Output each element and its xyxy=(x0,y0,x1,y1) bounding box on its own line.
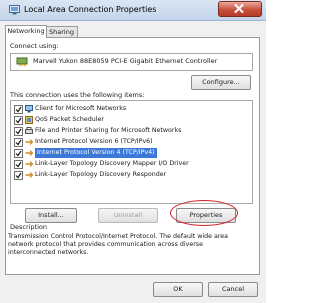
item-checkbox[interactable] xyxy=(14,116,23,125)
close-button[interactable] xyxy=(218,1,262,17)
adapter-name: Marvell Yukon 88E8059 PCI-E Gigabit Ethe… xyxy=(33,57,218,65)
tab-networking[interactable]: Networking xyxy=(5,25,47,38)
uninstall-button[interactable]: Uninstall xyxy=(98,208,158,223)
title-bar[interactable]: Local Area Connection Properties xyxy=(0,0,266,21)
list-item[interactable]: Client for Microsoft Networks xyxy=(13,104,249,114)
description-text: Transmission Control Protocol/Internet P… xyxy=(8,233,229,256)
items-label: This connection uses the following items… xyxy=(10,91,145,99)
close-icon xyxy=(234,4,244,13)
highlight-annotation xyxy=(170,200,238,226)
list-item[interactable]: Link-Layer Topology Discovery Responder xyxy=(13,170,249,180)
item-label: File and Printer Sharing for Microsoft N… xyxy=(35,127,182,134)
item-checkbox[interactable] xyxy=(14,171,23,180)
install-button[interactable]: Install... xyxy=(25,208,77,223)
cancel-button[interactable]: Cancel xyxy=(208,282,258,297)
item-checkbox[interactable] xyxy=(14,160,23,169)
list-item[interactable]: QoS Packet Scheduler xyxy=(13,115,249,125)
items-list[interactable]: Client for Microsoft Networks QoS Packet… xyxy=(10,100,253,204)
item-label: Internet Protocol Version 6 (TCP/IPv6) xyxy=(35,138,153,145)
item-checkbox[interactable] xyxy=(14,138,23,147)
connect-using-label: Connect using: xyxy=(10,42,59,50)
properties-dialog: Local Area Connection Properties Network… xyxy=(0,0,266,303)
item-label: Link-Layer Topology Discovery Responder xyxy=(35,171,167,178)
list-item[interactable]: Internet Protocol Version 6 (TCP/IPv6) xyxy=(13,137,249,147)
network-connection-icon xyxy=(9,5,20,17)
protocol-icon xyxy=(25,171,34,183)
item-checkbox[interactable] xyxy=(14,105,23,114)
item-label: QoS Packet Scheduler xyxy=(35,116,104,123)
network-adapter-icon xyxy=(16,57,28,69)
list-item-selected[interactable]: Internet Protocol Version 4 (TCP/IPv4) xyxy=(13,148,249,158)
item-checkbox[interactable] xyxy=(14,127,23,136)
item-label: Link-Layer Topology Discovery Mapper I/O… xyxy=(35,160,189,167)
list-item[interactable]: Link-Layer Topology Discovery Mapper I/O… xyxy=(13,159,249,169)
item-label: Client for Microsoft Networks xyxy=(35,105,127,112)
adapter-field: Marvell Yukon 88E8059 PCI-E Gigabit Ethe… xyxy=(10,53,253,71)
description-label: Description xyxy=(10,223,48,231)
item-label: Internet Protocol Version 4 (TCP/IPv4) xyxy=(35,148,157,158)
list-item[interactable]: File and Printer Sharing for Microsoft N… xyxy=(13,126,249,136)
configure-button[interactable]: Configure... xyxy=(191,75,251,90)
item-checkbox[interactable] xyxy=(14,149,23,158)
window-title: Local Area Connection Properties xyxy=(24,5,157,14)
ok-button[interactable]: OK xyxy=(153,282,203,297)
